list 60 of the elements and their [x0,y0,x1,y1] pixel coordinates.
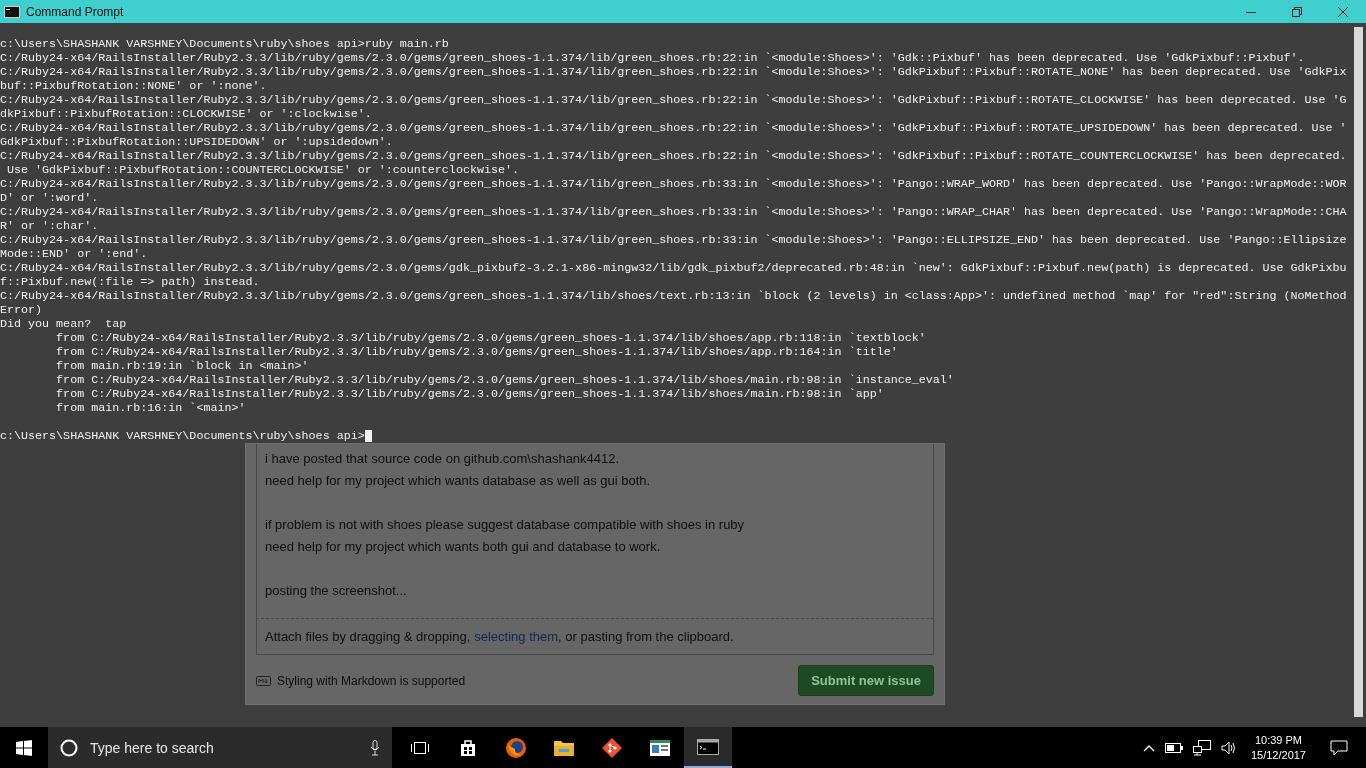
battery-icon[interactable] [1164,742,1183,753]
volume-icon[interactable] [1220,740,1237,755]
text-cursor [364,430,372,442]
window-title: Command Prompt [26,4,124,19]
attach-text: , or pasting from the clipboard. [558,629,734,644]
console-line: C:/Ruby24-x64/RailsInstaller/Ruby2.3.3/lib/ruby/gems/2.3.0/gems/green_shoes-1.1.374/lib/green_shoes.rb:33:in `<module:Shoes>': 'Pango::WRAP_CHAR' has been deprecated. Use 'Pango::WrapMode::CHA [0,205,1347,219]
notification-icon[interactable] [1330,739,1348,756]
console-line: C:/Ruby24-x64/RailsInstaller/Ruby2.3.3/lib/ruby/gems/2.3.0/gems/green_shoes-1.1.374/lib/green_shoes.rb:33:in `<module:Shoes>': 'Pango::WRAP_WORD' has been deprecated. Use 'Pango::WrapMode::WOR [0,177,1347,191]
console-line: f::Pixbuf.new(:file => path) instead. [0,275,260,289]
console-line: from main.rb:19:in `block in <main>' [55,359,309,373]
submit-button[interactable]: Submit new issue [798,665,934,696]
console-line: from C:/Ruby24-x64/RailsInstaller/Ruby2.3.3/lib/ruby/gems/2.3.0/gems/green_shoes-1.1.374/lib/shoes/app.rb:164:in `title' [55,345,898,359]
issue-body-line: need help for my project which wants database as well as gui both. [265,473,651,488]
console-line: Use 'GdkPixbuf::PixbufRotation::COUNTERCLOCKWISE' or ':counterclockwise'. [6,163,519,177]
console-line: Error) [0,303,43,317]
console-prompt: c:\Users\SHASHANK VARSHNEY\Documents\ruby\shoes api> [0,429,365,443]
caret-icon[interactable] [1142,743,1155,752]
microphone-icon[interactable] [370,739,380,756]
console-line: C:/Ruby24-x64/RailsInstaller/Ruby2.3.3/lib/ruby/gems/2.3.0/gems/green_shoes-1.1.374/lib/green_shoes.rb:33:in `<module:Shoes>': 'Pango::ELLIPSIZE_END' has been deprecated. Use 'Pango::Ellipsize [0,233,1347,247]
issue-body-line: if problem is not with shoes please suggest database compatible with shoes in ruby [265,517,745,532]
console-line: dkPixbuf::PixbufRotation::CLOCKWISE' or ':clockwise'. [0,107,372,121]
console-line: Mode::END' or ':end'. [0,247,148,261]
console-line: D' or ':word'. [0,191,99,205]
task-view-icon [410,739,430,756]
console-taskbar-icon[interactable] [684,727,732,768]
console-line: buf::PixbufRotation::NONE' or ':none'. [0,79,267,93]
issue-body-line: need help for my project which wants both gui and database to work. [265,539,661,554]
close-icon [1338,6,1348,17]
console-line: from C:/Ruby24-x64/RailsInstaller/Ruby2.3.3/lib/ruby/gems/2.3.0/gems/green_shoes-1.1.374/lib/shoes/app.rb:118:in `textblock' [55,331,926,345]
clock[interactable]: 10:39 PM 15/12/2017 [1250,732,1306,763]
issue-body-field[interactable] [256,444,934,618]
console-line: Did you mean? tap [0,317,127,331]
console-line: C:/Ruby24-x64/RailsInstaller/Ruby2.3.3/lib/ruby/gems/2.3.0/gems/green_shoes-1.1.374/lib/green_shoes.rb:22:in `<module:Shoes>': 'GdkPixbuf::Pixbuf::ROTATE_COUNTERCLOCKWISE' has been deprecated. [0,149,1347,163]
markdown-note: Styling with Markdown is supported [277,673,466,688]
search-icon [60,738,78,757]
network-icon[interactable] [1192,739,1211,756]
console-line: GdkPixbuf::PixbufRotation::UPSIDEDOWN' or ':upsidedown'. [0,135,393,149]
console-line: C:/Ruby24-x64/RailsInstaller/Ruby2.3.3/lib/ruby/gems/2.3.0/gems/gdk_pixbuf2-3.2.1-x86-mingw32/lib/gdk_pixbuf2/deprecated.rb:48:in `new': GdkPixbuf::Pixbuf.new(path) is deprecated. Use GdkPixbu [0,261,1347,275]
console-line: C:/Ruby24-x64/RailsInstaller/Ruby2.3.3/lib/ruby/gems/2.3.0/gems/green_shoes-1.1.374/lib/green_shoes.rb:22:in `<module:Shoes>': 'Gdk::Pixbuf' has been deprecated. Use 'GdkPixbuf::Pixbuf'. [0,51,1305,65]
clock-date: 15/12/2017 [1250,747,1306,763]
windows-icon [16,739,32,756]
console-line: R' or ':char'. [0,219,99,233]
console-line: from main.rb:16:in `<main>' [55,401,246,415]
console-line: c:\Users\SHASHANK VARSHNEY\Documents\ruby\shoes api>ruby main.rb [0,37,449,51]
console-line: from C:/Ruby24-x64/RailsInstaller/Ruby2.3.3/lib/ruby/gems/2.3.0/gems/green_shoes-1.1.374/lib/shoes/main.rb:98:in `instance_eval' [55,373,954,387]
issue-body-line: posting the screenshot... [265,583,407,598]
console-line: C:/Ruby24-x64/RailsInstaller/Ruby2.3.3/lib/ruby/gems/2.3.0/gems/green_shoes-1.1.374/lib/green_shoes.rb:22:in `<module:Shoes>': 'GdkPixbuf::Pixbuf::ROTATE_CLOCKWISE' has been deprecated. Use 'G [0,93,1347,107]
console-line: C:/Ruby24-x64/RailsInstaller/Ruby2.3.3/lib/ruby/gems/2.3.0/gems/green_shoes-1.1.374/lib/green_shoes.rb:22:in `<module:Shoes>': 'GdkPixbuf::Pixbuf::ROTATE_NONE' has been deprecated. Use 'GdkPix [0,65,1347,79]
console-line: C:/Ruby24-x64/RailsInstaller/Ruby2.3.3/lib/ruby/gems/2.3.0/gems/green_shoes-1.1.374/lib/shoes/text.rb:13:in `block (2 levels) in <class:App>': undefined method `map' for "red":String (NoMethod [0,289,1347,303]
search-input[interactable]: Type here to search [88,738,360,757]
console-line: C:/Ruby24-x64/RailsInstaller/Ruby2.3.3/lib/ruby/gems/2.3.0/gems/green_shoes-1.1.374/lib/green_shoes.rb:22:in `<module:Shoes>': 'GdkPixbuf::Pixbuf::ROTATE_UPSIDEDOWN' has been deprecated. Use ' [0,121,1347,135]
scrollbar[interactable] [1354,27,1363,717]
attach-text: Attach files by dragging & dropping, [265,629,471,644]
console-line: from C:/Ruby24-x64/RailsInstaller/Ruby2.3.3/lib/ruby/gems/2.3.0/gems/green_shoes-1.1.374/lib/shoes/main.rb:98:in `app' [55,387,884,401]
clock-time: 10:39 PM [1254,732,1302,748]
issue-body-line: i have posted that source code on github.com\shashank4412. [265,451,620,466]
search-field[interactable]: Type here to search [48,727,392,768]
markdown-icon [256,675,271,686]
console-icon [4,5,20,18]
restore-icon [1292,6,1302,17]
